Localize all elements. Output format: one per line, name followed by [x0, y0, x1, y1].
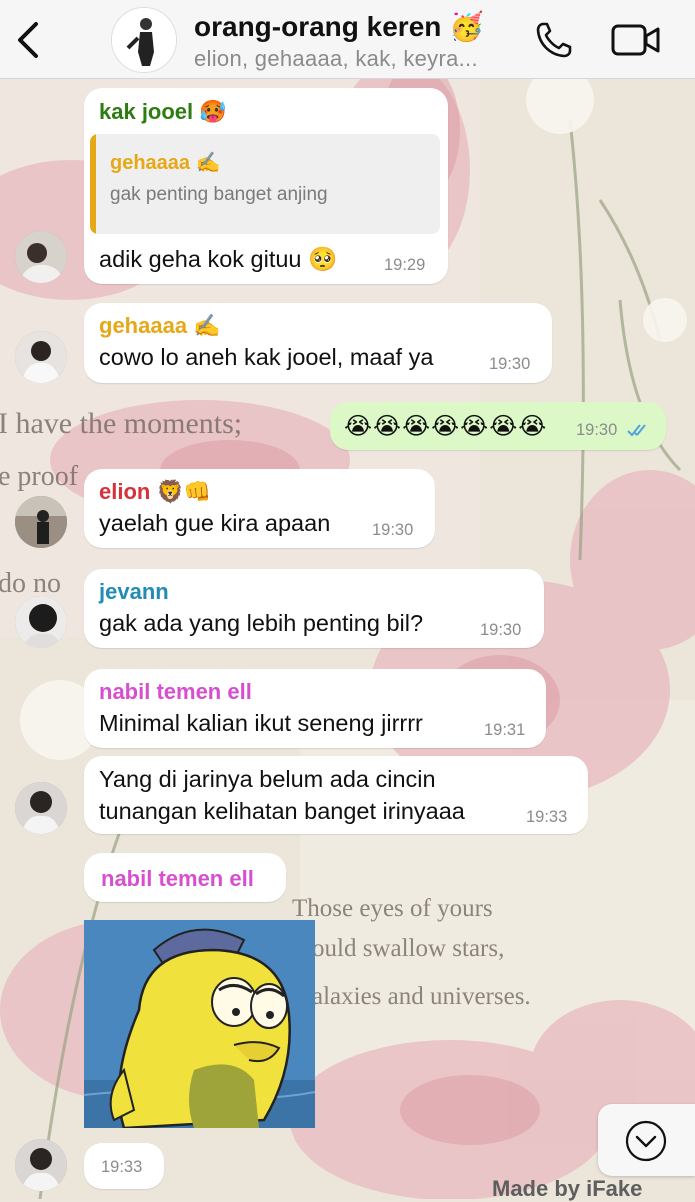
sender-name: nabil temen ell — [99, 679, 252, 704]
back-chevron-icon[interactable] — [14, 20, 44, 60]
message-text: yaelah gue kira apaan — [99, 510, 331, 536]
wallpaper-text-3: do no — [0, 568, 61, 599]
sender-name: nabil temen ell — [101, 866, 254, 891]
message-bubble[interactable]: nabil temen ell Minimal kalian ikut sene… — [84, 669, 546, 748]
sender-name: kak jooel 🥵 — [99, 99, 227, 124]
reply-quote[interactable]: gehaaaa ✍️ gak penting banget anjing — [90, 134, 440, 234]
outgoing-message-bubble[interactable]: 😭😭😭😭😭😭😭 19:30 — [330, 402, 666, 450]
message-time: 19:30 — [576, 421, 618, 439]
message-time: 19:31 — [484, 721, 526, 739]
message-text: 😭😭😭😭😭😭😭 — [344, 413, 548, 440]
message-text: Minimal kalian ikut seneng jirrrr — [99, 710, 423, 736]
message-time: 19:29 — [384, 256, 426, 274]
avatar-jevann[interactable] — [15, 596, 67, 648]
avatar-nabil[interactable] — [15, 782, 67, 834]
watermark: Made by iFake — [492, 1176, 643, 1201]
wallpaper-text-2: e proof — [0, 461, 79, 492]
phone-icon[interactable] — [534, 20, 574, 60]
avatar-elion[interactable] — [15, 496, 67, 548]
message-text-line1: Yang di jarinya belum ada cincin — [99, 766, 436, 792]
message-time: 19:33 — [526, 808, 568, 826]
message-bubble[interactable]: jevann gak ada yang lebih penting bil? 1… — [84, 569, 544, 648]
double-check-icon — [627, 424, 646, 437]
message-bubble[interactable]: nabil temen ell — [84, 853, 286, 902]
message-bubble[interactable]: kak jooel 🥵 gehaaaa ✍️ gak penting bange… — [84, 88, 448, 284]
message-bubble[interactable]: gehaaaa ✍️ cowo lo aneh kak jooel, maaf … — [84, 303, 552, 383]
group-avatar[interactable] — [111, 7, 177, 73]
wallpaper-quote-2: ould swallow stars, — [312, 935, 504, 962]
message-text: cowo lo aneh kak jooel, maaf ya — [99, 344, 434, 370]
message-bubble[interactable]: elion 🦁👊 yaelah gue kira apaan 19:30 — [84, 469, 435, 548]
avatar-gehaaaa[interactable] — [15, 331, 67, 383]
message-text: gak ada yang lebih penting bil? — [99, 610, 424, 636]
reply-bar — [90, 134, 96, 234]
group-title[interactable]: orang-orang keren 🥳 — [194, 10, 484, 43]
avatar-kak-jooel[interactable] — [15, 231, 67, 283]
message-time: 19:30 — [489, 355, 531, 373]
message-time: 19:30 — [372, 521, 414, 539]
group-members[interactable]: elion, gehaaaa, kak, keyra... — [194, 46, 478, 72]
reply-text: gak penting banget anjing — [110, 184, 328, 205]
sticker-time-bubble: 19:33 — [84, 1143, 164, 1189]
message-time: 19:33 — [101, 1158, 143, 1176]
sad-fish-sticker[interactable] — [84, 920, 315, 1128]
message-text: adik geha kok gituu 🥺 — [99, 246, 338, 272]
video-camera-icon[interactable] — [610, 22, 662, 58]
sender-name: jevann — [99, 579, 169, 604]
wallpaper-quote-3: alaxies and universes. — [312, 983, 531, 1010]
wallpaper-quote-1: Those eyes of yours — [292, 895, 493, 922]
wallpaper-text-1: I have the moments; — [0, 407, 242, 440]
reply-sender: gehaaaa ✍️ — [110, 152, 221, 174]
avatar-nabil-2[interactable] — [15, 1139, 67, 1191]
message-time: 19:30 — [480, 621, 522, 639]
scroll-to-bottom-button[interactable] — [598, 1104, 695, 1176]
message-text-line2: tunangan kelihatan banget irinyaaa — [99, 798, 465, 824]
chat-header: orang-orang keren 🥳 elion, gehaaaa, kak,… — [0, 0, 695, 79]
sender-name: elion 🦁👊 — [99, 479, 212, 504]
chevron-down-circle-icon — [625, 1120, 667, 1162]
sender-name: gehaaaa ✍️ — [99, 313, 221, 338]
message-bubble[interactable]: Yang di jarinya belum ada cincin tunanga… — [84, 756, 588, 834]
